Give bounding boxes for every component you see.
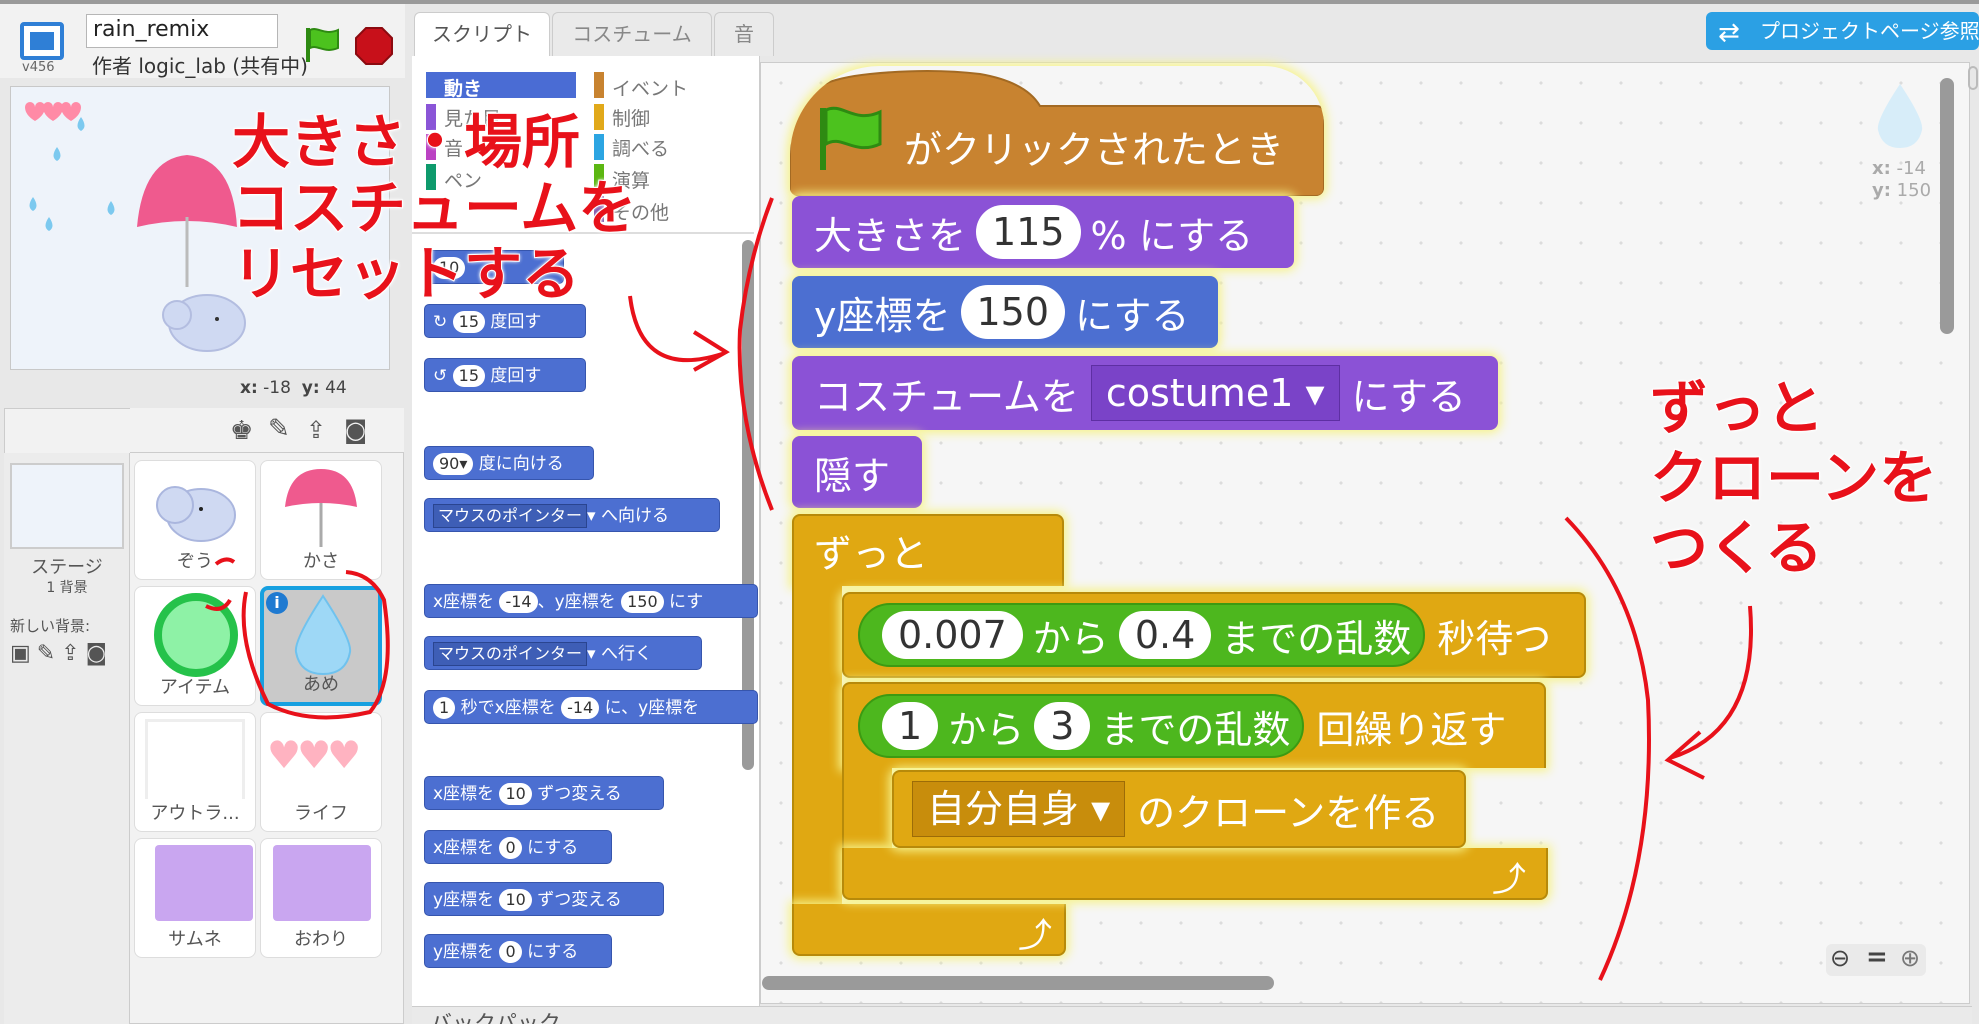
annotation-clone-2: クローンを: [1649, 444, 1938, 512]
annotation-reset-3: リセットする: [231, 240, 581, 308]
scratch-editor: v456 rain_remix 作者 logic_lab (共有中) x: -1…: [0, 0, 1979, 1024]
annotation-clone-3: つくる: [1649, 514, 1824, 582]
annotation-reset-1: 大きさ・場所: [231, 108, 581, 176]
annotation-reset-2: コスチュームを: [231, 174, 637, 242]
annotation-clone-1: ずっと: [1649, 374, 1825, 442]
